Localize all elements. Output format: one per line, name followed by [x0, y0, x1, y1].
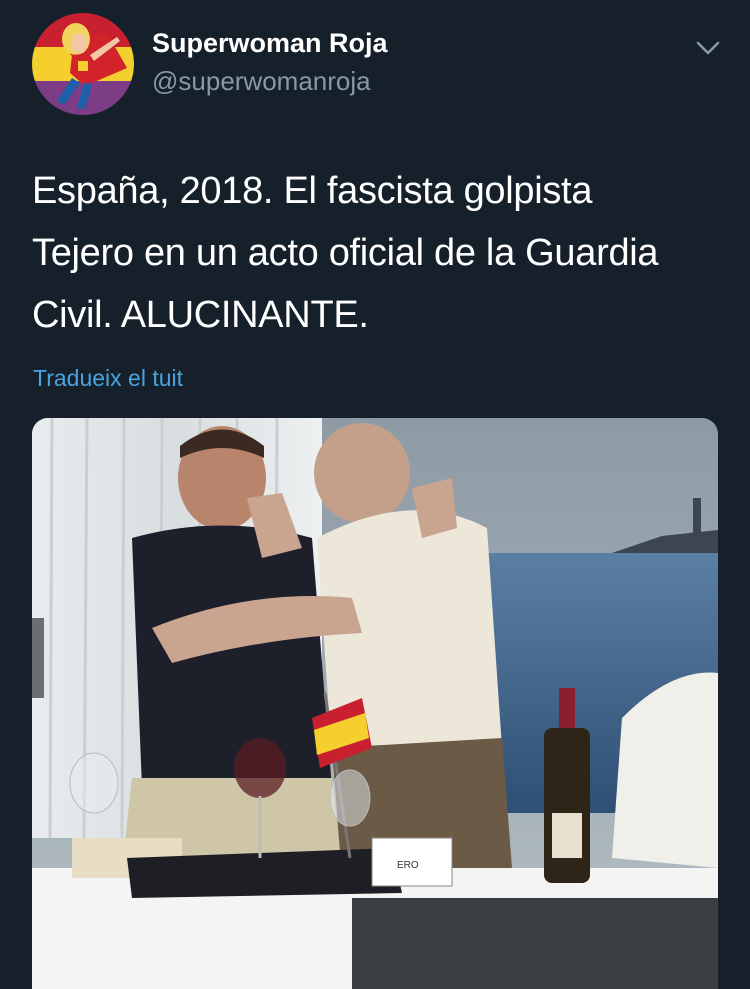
- chevron-down-icon[interactable]: [690, 30, 726, 66]
- tweet-text-line: Civil. ALUCINANTE.: [32, 294, 369, 336]
- photo-icon: ERO: [32, 418, 718, 989]
- tweet-media[interactable]: ERO: [32, 418, 718, 989]
- tweet-text-line: Tejero en un acto oficial de la Guardia: [32, 232, 659, 274]
- superwoman-avatar-icon: [32, 13, 134, 115]
- tweet: Superwoman Roja @superwomanroja España, …: [0, 0, 750, 989]
- user-handle[interactable]: @superwomanroja: [152, 66, 371, 97]
- avatar[interactable]: [32, 13, 134, 115]
- translate-tweet-link[interactable]: Tradueix el tuit: [33, 365, 183, 392]
- tweet-text: España, 2018. El fascista golpista Tejer…: [32, 160, 722, 346]
- tweet-text-line: España, 2018. El fascista golpista: [32, 170, 593, 212]
- place-card: ERO: [397, 860, 419, 871]
- display-name[interactable]: Superwoman Roja: [152, 28, 388, 59]
